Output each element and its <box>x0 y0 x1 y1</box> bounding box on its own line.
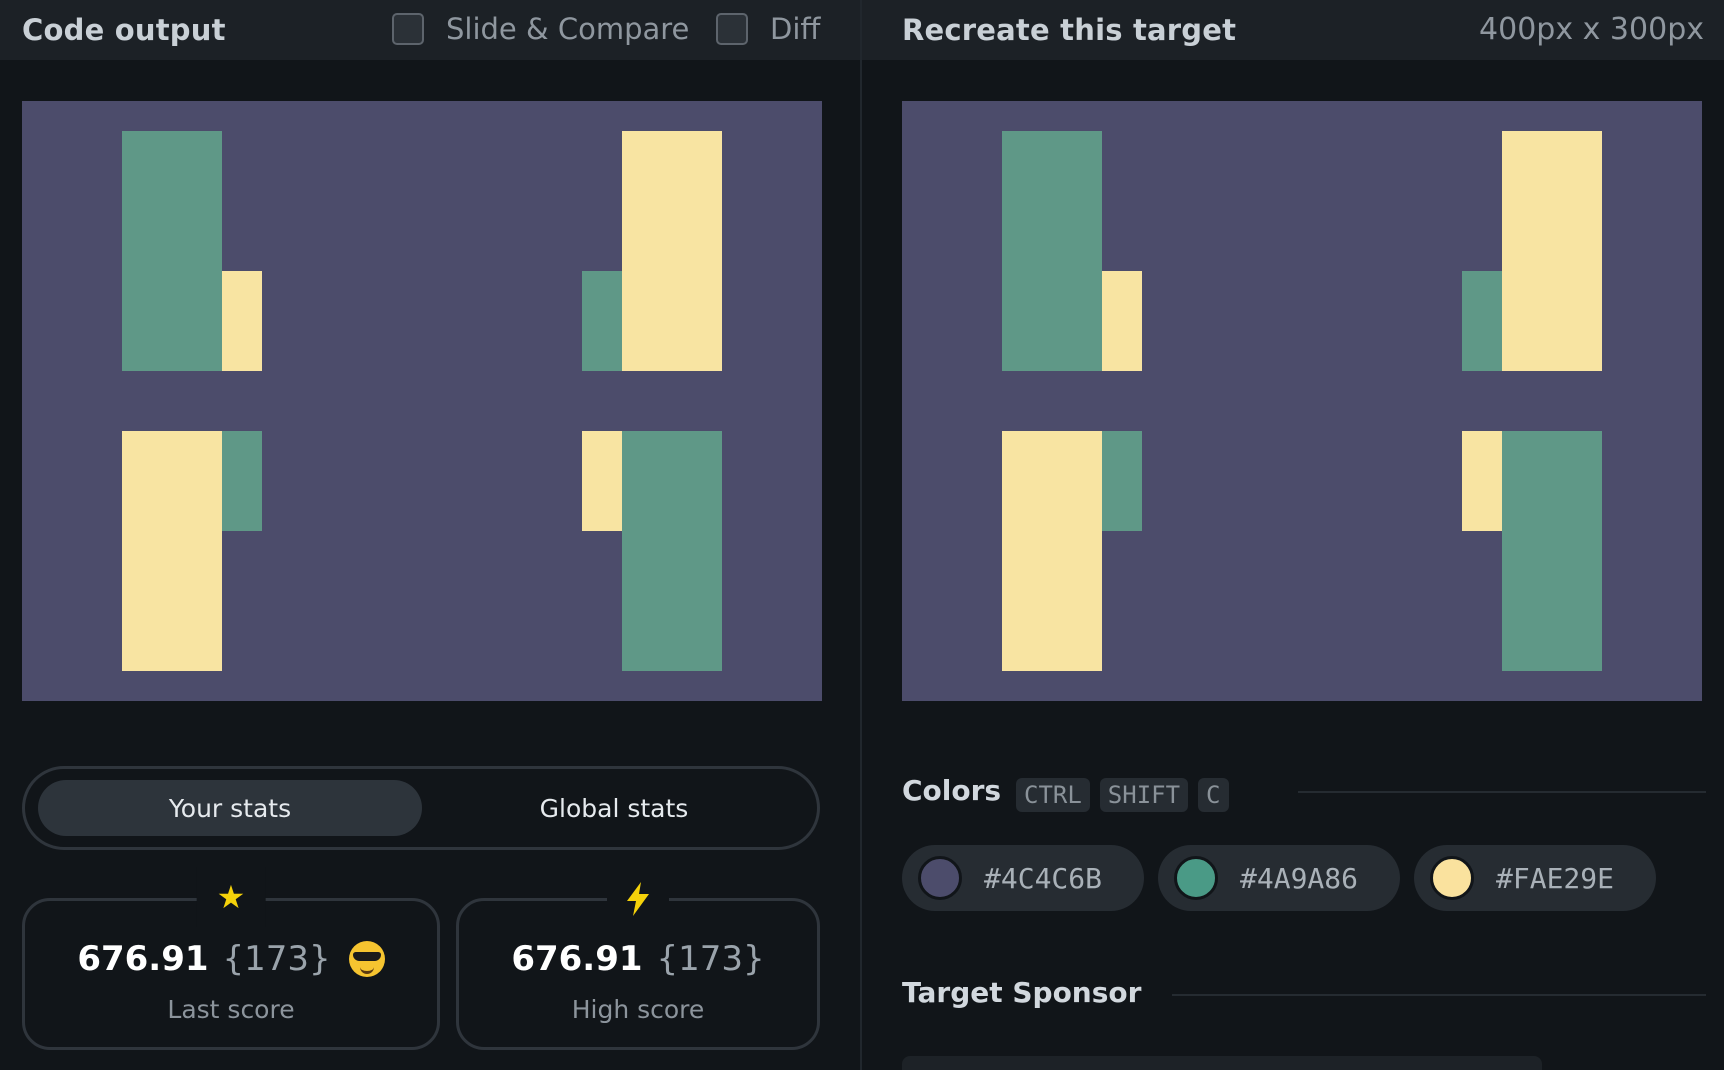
target-sponsor-heading: Target Sponsor <box>902 976 1142 1009</box>
color-swatch-3[interactable]: #FAE29E <box>1414 845 1656 911</box>
kbd-ctrl: CTRL <box>1016 778 1090 812</box>
high-score-line: 676.91 {173} <box>459 939 817 979</box>
target-header: Recreate this target 400px x 300px <box>862 0 1724 60</box>
yellow-block-bottom-left <box>1002 431 1102 671</box>
code-output-header: Code output Slide & Compare Diff <box>0 0 860 60</box>
last-score-count: {173} <box>222 939 331 979</box>
yellow-block-top-right <box>1502 131 1602 371</box>
slide-compare-checkbox[interactable] <box>392 13 424 45</box>
yellow-block-bottom-left <box>122 431 222 671</box>
copy-colors-shortcut: CTRL SHIFT C <box>1016 778 1239 812</box>
sponsor-box[interactable] <box>902 1056 1542 1070</box>
diff-checkbox[interactable] <box>716 13 748 45</box>
last-score-line: 676.91 {173} <box>25 939 437 979</box>
high-score-count: {173} <box>656 939 765 979</box>
target-panel: Recreate this target 400px x 300px Color… <box>862 0 1724 1070</box>
yellow-block-top-left <box>1102 271 1142 371</box>
swatch-color-dot <box>1174 856 1218 900</box>
slide-compare-label[interactable]: Slide & Compare <box>446 12 689 46</box>
yellow-block-bottom-right <box>582 431 622 531</box>
target-size-label: 400px x 300px <box>1479 12 1704 47</box>
yellow-block-top-right <box>622 131 722 371</box>
high-score-card: 676.91 {173} High score <box>456 867 820 1050</box>
swatch-color-dot <box>918 856 962 900</box>
sunglasses-emoji-icon <box>348 941 385 977</box>
yellow-block-bottom-right <box>1462 431 1502 531</box>
code-output-title: Code output <box>22 13 226 47</box>
last-score-card: ★ 676.91 {173} Last score <box>22 867 440 1050</box>
stats-tab-switcher: Your stats Global stats <box>22 766 820 850</box>
swatch-color-dot <box>1430 856 1474 900</box>
green-block-bottom-left <box>1102 431 1142 531</box>
green-block-bottom-right <box>622 431 722 671</box>
target-canvas <box>902 101 1702 701</box>
output-canvas[interactable] <box>22 101 822 701</box>
star-icon: ★ <box>196 867 266 927</box>
last-score-value: 676.91 <box>77 939 209 979</box>
green-block-top-right <box>1462 271 1502 371</box>
sponsor-divider <box>1172 994 1706 996</box>
yellow-block-top-left <box>222 271 262 371</box>
target-title: Recreate this target <box>902 13 1237 47</box>
swatch-hex-label: #FAE29E <box>1496 861 1615 895</box>
kbd-shift: SHIFT <box>1099 778 1189 812</box>
colors-heading: Colors <box>902 774 1002 807</box>
swatch-hex-label: #4A9A86 <box>1240 861 1359 895</box>
green-block-bottom-right <box>1502 431 1602 671</box>
app: Code output Slide & Compare Diff Your st… <box>0 0 1724 1070</box>
green-block-bottom-left <box>222 431 262 531</box>
color-swatch-1[interactable]: #4C4C6B <box>902 845 1144 911</box>
color-swatch-2[interactable]: #4A9A86 <box>1158 845 1400 911</box>
colors-divider <box>1298 791 1706 793</box>
green-block-top-left <box>1002 131 1102 371</box>
diff-toggle[interactable]: Diff <box>716 12 820 46</box>
kbd-c: C <box>1198 778 1229 812</box>
swatch-hex-label: #4C4C6B <box>984 861 1103 895</box>
code-output-panel: Code output Slide & Compare Diff Your st… <box>0 0 860 1070</box>
tab-global-stats[interactable]: Global stats <box>422 780 806 836</box>
tab-your-stats[interactable]: Your stats <box>38 780 422 836</box>
diff-label[interactable]: Diff <box>770 12 820 46</box>
slide-compare-toggle[interactable]: Slide & Compare <box>392 12 689 46</box>
high-score-value: 676.91 <box>511 939 643 979</box>
lightning-icon <box>607 867 669 927</box>
green-block-top-right <box>582 271 622 371</box>
high-score-label: High score <box>571 995 705 1024</box>
last-score-label: Last score <box>167 995 295 1024</box>
green-block-top-left <box>122 131 222 371</box>
